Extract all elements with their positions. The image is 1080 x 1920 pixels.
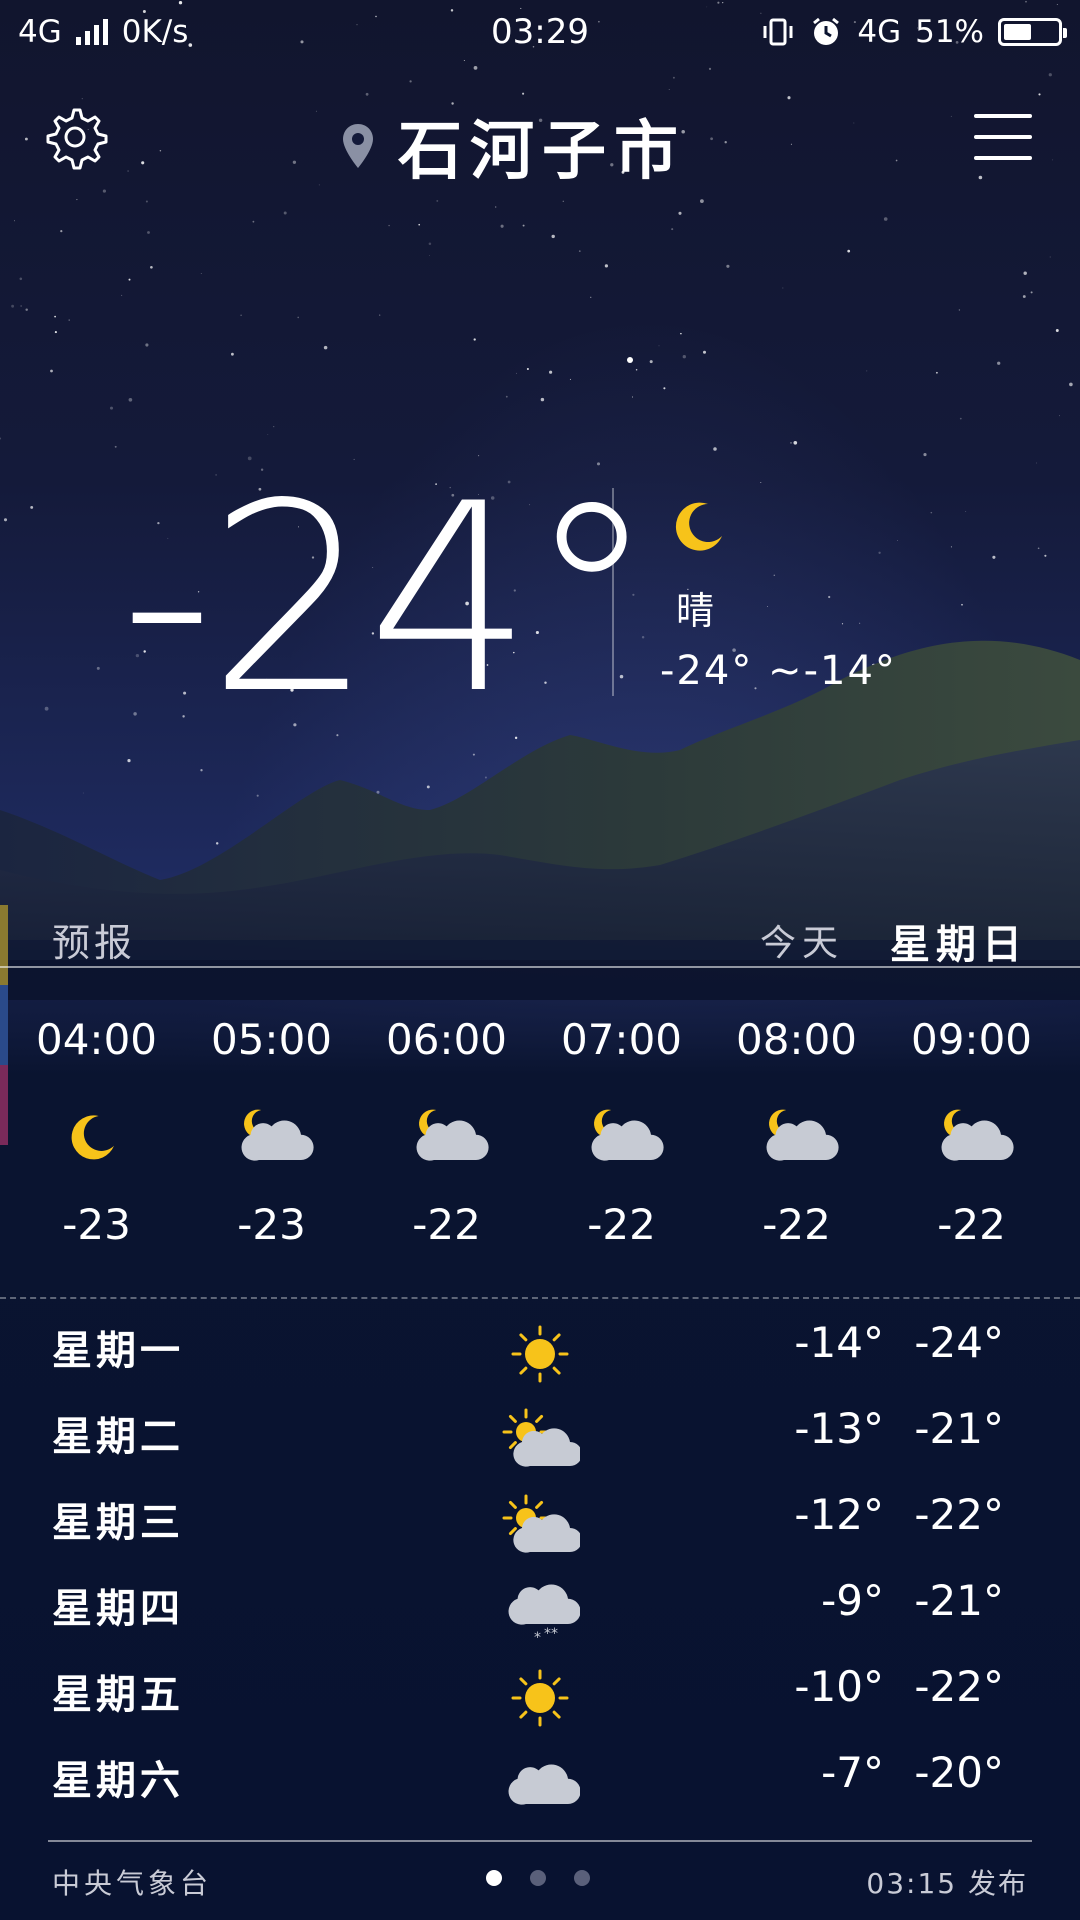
- day-low: -22°: [914, 1490, 1004, 1539]
- status-bar: 4G 0K/s 03:29 4G 51%: [0, 0, 1080, 70]
- vibrate-icon: [763, 18, 793, 46]
- current-condition: 晴: [676, 589, 715, 633]
- day-name: 星期三: [52, 1499, 184, 1546]
- moon-cloud-icon: [766, 1109, 839, 1161]
- current-temp-range: -24° ~-14°: [660, 648, 897, 694]
- battery-fill: [1004, 24, 1031, 40]
- current-divider: [612, 488, 614, 696]
- hour-time: 09:00: [910, 1015, 1033, 1064]
- hourly-daily-divider: [0, 1297, 1080, 1299]
- sun-cloud-icon: [502, 1494, 580, 1553]
- day-high: -9°: [821, 1576, 884, 1625]
- battery-percent: 51%: [915, 14, 984, 50]
- today-label: 今天: [760, 923, 845, 964]
- publish-time: 03:15 发布: [866, 1867, 1028, 1900]
- day-low: -21°: [914, 1404, 1004, 1453]
- hourly-item: 06:00 -22: [359, 1010, 534, 1249]
- hourly-item: 07:00 -22: [534, 1010, 709, 1249]
- day-high: -7°: [821, 1748, 884, 1797]
- hour-temp: -22: [762, 1200, 831, 1249]
- forecast-divider: [0, 966, 1080, 968]
- moon-icon: [71, 1115, 114, 1160]
- sun-icon: [511, 1669, 569, 1727]
- day-high: -12°: [794, 1490, 884, 1539]
- footer-divider: [48, 1840, 1032, 1842]
- moon-cloud-icon: [591, 1109, 664, 1161]
- day-name: 星期二: [52, 1413, 184, 1460]
- location-pin-icon: [343, 124, 373, 168]
- hour-temp: -23: [237, 1200, 306, 1249]
- daily-row[interactable]: 星期二 -13° -21°: [0, 1396, 1080, 1482]
- page-dot[interactable]: [486, 1870, 502, 1886]
- day-low: -20°: [914, 1748, 1004, 1797]
- svg-text:*: *: [534, 1630, 541, 1642]
- footer: 中央气象台 03:15 发布: [0, 1858, 1080, 1908]
- day-low: -24°: [914, 1318, 1004, 1367]
- city-name: 石河子市: [398, 114, 686, 189]
- current-temperature: -24°: [120, 449, 657, 751]
- forecast-header: 预报 今天 星期日: [0, 912, 1080, 968]
- city-selector[interactable]: 石河子市: [340, 100, 686, 192]
- day-high: -14°: [794, 1318, 884, 1367]
- settings-gear-icon[interactable]: [42, 104, 108, 170]
- sun-cloud-icon: [502, 1408, 580, 1467]
- day-name: 星期五: [52, 1671, 184, 1718]
- day-name: 星期一: [52, 1327, 184, 1374]
- svg-text:**: **: [544, 1626, 558, 1642]
- sun-icon: [511, 1325, 569, 1383]
- hourly-item: 08:00 -22: [709, 1010, 884, 1249]
- daily-forecast: 星期一 -14° -24° 星期二 -13° -21° 星期三 -12° -22…: [0, 1310, 1080, 1826]
- hour-time: 04:00: [35, 1015, 158, 1064]
- hour-time: 05:00: [210, 1015, 333, 1064]
- day-name: 星期六: [52, 1757, 184, 1804]
- daily-row[interactable]: 星期四 * ** -9° -21°: [0, 1568, 1080, 1654]
- moon-icon: [675, 502, 722, 551]
- hour-temp: -23: [62, 1200, 131, 1249]
- hourly-forecast[interactable]: 04:00 -23 05:00 -23 06:00 -22 07:00 -22 …: [0, 1010, 1080, 1249]
- hourly-item: 05:00 -23: [184, 1010, 359, 1249]
- alarm-icon: [813, 17, 840, 45]
- day-low: -22°: [914, 1662, 1004, 1711]
- daily-row[interactable]: 星期六 -7° -20°: [0, 1740, 1080, 1826]
- moon-cloud-icon: [416, 1109, 489, 1161]
- daily-row[interactable]: 星期五 -10° -22°: [0, 1654, 1080, 1740]
- moon-cloud-icon: [241, 1109, 314, 1161]
- day-low: -21°: [914, 1576, 1004, 1625]
- hour-temp: -22: [412, 1200, 481, 1249]
- day-high: -10°: [794, 1662, 884, 1711]
- day-name: 星期四: [52, 1585, 184, 1632]
- daily-row[interactable]: 星期一 -14° -24°: [0, 1310, 1080, 1396]
- hour-time: 07:00: [560, 1015, 683, 1064]
- page-indicator[interactable]: [486, 1870, 590, 1886]
- hour-temp: -22: [937, 1200, 1006, 1249]
- header: 石河子市: [0, 90, 1080, 190]
- day-high: -13°: [794, 1404, 884, 1453]
- weather-screen: 4G 0K/s 03:29 4G 51% 石河子市 -24° 晴 -24° ~-…: [0, 0, 1080, 1920]
- hour-time: 06:00: [385, 1015, 508, 1064]
- moon-cloud-icon: [941, 1109, 1014, 1161]
- hour-temp: -22: [587, 1200, 656, 1249]
- menu-icon[interactable]: [974, 114, 1032, 160]
- page-dot[interactable]: [530, 1870, 546, 1886]
- cloud-icon: [508, 1764, 580, 1805]
- data-source: 中央气象台: [52, 1867, 213, 1900]
- weekday-label: 星期日: [890, 921, 1028, 968]
- page-dot[interactable]: [574, 1870, 590, 1886]
- hourly-item: 09:00 -22: [884, 1010, 1059, 1249]
- battery-icon: [998, 18, 1067, 46]
- hour-time: 08:00: [735, 1015, 858, 1064]
- daily-row[interactable]: 星期三 -12° -22°: [0, 1482, 1080, 1568]
- hourly-item: 04:00 -23: [9, 1010, 184, 1249]
- forecast-label: 预报: [52, 921, 137, 965]
- network-type-right: 4G: [857, 14, 902, 50]
- snow-icon: * **: [508, 1584, 580, 1642]
